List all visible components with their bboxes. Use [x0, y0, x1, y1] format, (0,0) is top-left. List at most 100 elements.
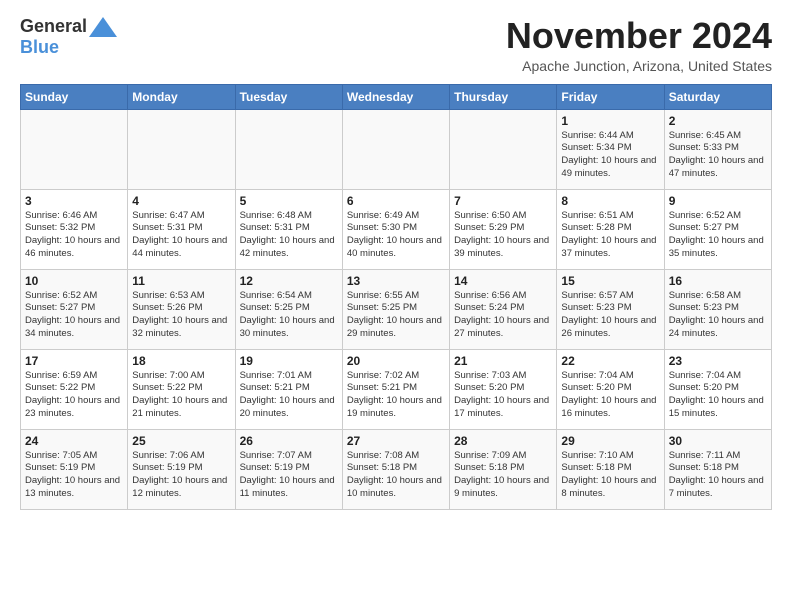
- day-number: 28: [454, 434, 552, 448]
- day-number: 4: [132, 194, 230, 208]
- calendar-cell: 10 Sunrise: 6:52 AM Sunset: 5:27 PM Dayli…: [21, 269, 128, 349]
- calendar-cell: 3 Sunrise: 6:46 AM Sunset: 5:32 PM Daylig…: [21, 189, 128, 269]
- day-number: 15: [561, 274, 659, 288]
- calendar-cell: 29 Sunrise: 7:10 AM Sunset: 5:18 PM Dayli…: [557, 429, 664, 509]
- day-info: Sunrise: 6:57 AM Sunset: 5:23 PM Dayligh…: [561, 290, 659, 341]
- weekday-header: Wednesday: [342, 84, 449, 109]
- logo-icon: [89, 17, 117, 37]
- day-info: Sunrise: 7:02 AM Sunset: 5:21 PM Dayligh…: [347, 370, 445, 421]
- calendar-cell: 5Sunrise: 6:48 AM Sunset: 5:31 PM Daylig…: [235, 189, 342, 269]
- weekday-header: Saturday: [664, 84, 771, 109]
- calendar-cell: [342, 109, 449, 189]
- weekday-header: Sunday: [21, 84, 128, 109]
- day-info: Sunrise: 7:06 AM Sunset: 5:19 PM Dayligh…: [132, 450, 230, 501]
- day-info: Sunrise: 7:04 AM Sunset: 5:20 PM Dayligh…: [669, 370, 767, 421]
- day-info: Sunrise: 7:04 AM Sunset: 5:20 PM Dayligh…: [561, 370, 659, 421]
- day-info: Sunrise: 6:59 AM Sunset: 5:22 PM Dayligh…: [25, 370, 123, 421]
- weekday-header: Friday: [557, 84, 664, 109]
- day-info: Sunrise: 7:00 AM Sunset: 5:22 PM Dayligh…: [132, 370, 230, 421]
- day-number: 17: [25, 354, 123, 368]
- week-row: 3 Sunrise: 6:46 AM Sunset: 5:32 PM Daylig…: [21, 189, 772, 269]
- day-info: Sunrise: 6:54 AM Sunset: 5:25 PM Dayligh…: [240, 290, 338, 341]
- title-block: November 2024 Apache Junction, Arizona, …: [506, 16, 772, 74]
- logo-general: General: [20, 16, 87, 37]
- day-number: 12: [240, 274, 338, 288]
- calendar-cell: 1Sunrise: 6:44 AM Sunset: 5:34 PM Daylig…: [557, 109, 664, 189]
- logo-blue-text: Blue: [20, 37, 59, 58]
- day-info: Sunrise: 6:56 AM Sunset: 5:24 PM Dayligh…: [454, 290, 552, 341]
- day-info: Sunrise: 7:05 AM Sunset: 5:19 PM Dayligh…: [25, 450, 123, 501]
- day-number: 3: [25, 194, 123, 208]
- weekday-header: Thursday: [450, 84, 557, 109]
- day-info: Sunrise: 6:53 AM Sunset: 5:26 PM Dayligh…: [132, 290, 230, 341]
- calendar-cell: [128, 109, 235, 189]
- weekday-header-row: SundayMondayTuesdayWednesdayThursdayFrid…: [21, 84, 772, 109]
- day-number: 21: [454, 354, 552, 368]
- calendar-cell: 4 Sunrise: 6:47 AM Sunset: 5:31 PM Daylig…: [128, 189, 235, 269]
- calendar-cell: 17 Sunrise: 6:59 AM Sunset: 5:22 PM Dayli…: [21, 349, 128, 429]
- day-info: Sunrise: 6:51 AM Sunset: 5:28 PM Dayligh…: [561, 210, 659, 261]
- calendar-cell: 28Sunrise: 7:09 AM Sunset: 5:18 PM Dayli…: [450, 429, 557, 509]
- day-info: Sunrise: 7:01 AM Sunset: 5:21 PM Dayligh…: [240, 370, 338, 421]
- day-info: Sunrise: 6:45 AM Sunset: 5:33 PM Dayligh…: [669, 130, 767, 181]
- day-info: Sunrise: 6:44 AM Sunset: 5:34 PM Dayligh…: [561, 130, 659, 181]
- calendar-cell: 23 Sunrise: 7:04 AM Sunset: 5:20 PM Dayli…: [664, 349, 771, 429]
- week-row: 10 Sunrise: 6:52 AM Sunset: 5:27 PM Dayli…: [21, 269, 772, 349]
- calendar-cell: 30Sunrise: 7:11 AM Sunset: 5:18 PM Dayli…: [664, 429, 771, 509]
- logo-text: General: [20, 16, 117, 37]
- day-number: 20: [347, 354, 445, 368]
- calendar-cell: 20 Sunrise: 7:02 AM Sunset: 5:21 PM Dayli…: [342, 349, 449, 429]
- day-info: Sunrise: 6:50 AM Sunset: 5:29 PM Dayligh…: [454, 210, 552, 261]
- day-number: 23: [669, 354, 767, 368]
- day-info: Sunrise: 6:46 AM Sunset: 5:32 PM Dayligh…: [25, 210, 123, 261]
- calendar-cell: 12 Sunrise: 6:54 AM Sunset: 5:25 PM Dayli…: [235, 269, 342, 349]
- calendar-cell: 13Sunrise: 6:55 AM Sunset: 5:25 PM Dayli…: [342, 269, 449, 349]
- day-info: Sunrise: 6:47 AM Sunset: 5:31 PM Dayligh…: [132, 210, 230, 261]
- day-number: 9: [669, 194, 767, 208]
- day-info: Sunrise: 7:07 AM Sunset: 5:19 PM Dayligh…: [240, 450, 338, 501]
- day-info: Sunrise: 6:55 AM Sunset: 5:25 PM Dayligh…: [347, 290, 445, 341]
- day-number: 25: [132, 434, 230, 448]
- logo: General Blue: [20, 16, 117, 58]
- calendar-cell: 25 Sunrise: 7:06 AM Sunset: 5:19 PM Dayli…: [128, 429, 235, 509]
- week-row: 1Sunrise: 6:44 AM Sunset: 5:34 PM Daylig…: [21, 109, 772, 189]
- calendar-cell: 16 Sunrise: 6:58 AM Sunset: 5:23 PM Dayli…: [664, 269, 771, 349]
- calendar-cell: 26Sunrise: 7:07 AM Sunset: 5:19 PM Dayli…: [235, 429, 342, 509]
- day-info: Sunrise: 6:58 AM Sunset: 5:23 PM Dayligh…: [669, 290, 767, 341]
- day-number: 8: [561, 194, 659, 208]
- calendar-cell: 22Sunrise: 7:04 AM Sunset: 5:20 PM Dayli…: [557, 349, 664, 429]
- location: Apache Junction, Arizona, United States: [506, 58, 772, 74]
- weekday-header: Tuesday: [235, 84, 342, 109]
- weekday-header: Monday: [128, 84, 235, 109]
- month-title: November 2024: [506, 16, 772, 56]
- calendar-cell: 24 Sunrise: 7:05 AM Sunset: 5:19 PM Dayli…: [21, 429, 128, 509]
- day-number: 6: [347, 194, 445, 208]
- day-number: 24: [25, 434, 123, 448]
- calendar-cell: 6 Sunrise: 6:49 AM Sunset: 5:30 PM Daylig…: [342, 189, 449, 269]
- day-number: 29: [561, 434, 659, 448]
- calendar-cell: 2 Sunrise: 6:45 AM Sunset: 5:33 PM Daylig…: [664, 109, 771, 189]
- calendar-cell: 9 Sunrise: 6:52 AM Sunset: 5:27 PM Daylig…: [664, 189, 771, 269]
- calendar-cell: 27 Sunrise: 7:08 AM Sunset: 5:18 PM Dayli…: [342, 429, 449, 509]
- day-info: Sunrise: 6:52 AM Sunset: 5:27 PM Dayligh…: [25, 290, 123, 341]
- day-info: Sunrise: 7:03 AM Sunset: 5:20 PM Dayligh…: [454, 370, 552, 421]
- day-number: 16: [669, 274, 767, 288]
- day-info: Sunrise: 7:10 AM Sunset: 5:18 PM Dayligh…: [561, 450, 659, 501]
- calendar-cell: [235, 109, 342, 189]
- day-info: Sunrise: 6:49 AM Sunset: 5:30 PM Dayligh…: [347, 210, 445, 261]
- day-number: 18: [132, 354, 230, 368]
- day-number: 11: [132, 274, 230, 288]
- calendar: SundayMondayTuesdayWednesdayThursdayFrid…: [20, 84, 772, 510]
- day-number: 27: [347, 434, 445, 448]
- day-info: Sunrise: 7:08 AM Sunset: 5:18 PM Dayligh…: [347, 450, 445, 501]
- week-row: 17 Sunrise: 6:59 AM Sunset: 5:22 PM Dayli…: [21, 349, 772, 429]
- calendar-cell: 19 Sunrise: 7:01 AM Sunset: 5:21 PM Dayli…: [235, 349, 342, 429]
- calendar-cell: 14Sunrise: 6:56 AM Sunset: 5:24 PM Dayli…: [450, 269, 557, 349]
- header: General Blue November 2024 Apache Juncti…: [20, 16, 772, 74]
- calendar-cell: 7Sunrise: 6:50 AM Sunset: 5:29 PM Daylig…: [450, 189, 557, 269]
- day-number: 19: [240, 354, 338, 368]
- calendar-cell: 21 Sunrise: 7:03 AM Sunset: 5:20 PM Dayli…: [450, 349, 557, 429]
- day-number: 10: [25, 274, 123, 288]
- day-info: Sunrise: 6:52 AM Sunset: 5:27 PM Dayligh…: [669, 210, 767, 261]
- day-number: 2: [669, 114, 767, 128]
